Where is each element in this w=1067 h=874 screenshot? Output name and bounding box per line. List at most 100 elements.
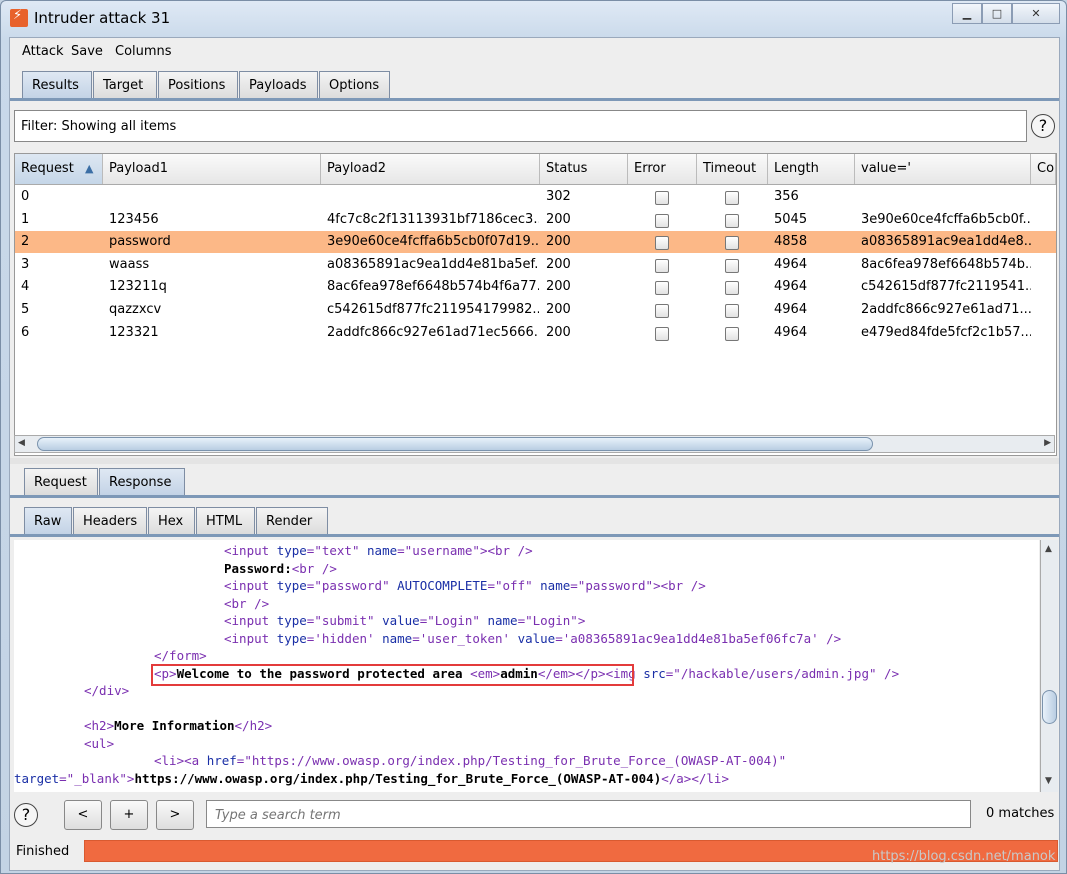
minimize-button[interactable]: ▁ [952,3,982,24]
payload1-cell: 123321 [109,324,159,340]
code-token: "> [570,613,586,628]
code-token: =" [306,543,322,558]
scroll-right-icon[interactable]: ▶ [1044,438,1051,448]
tab-payloads[interactable]: Payloads [239,71,318,98]
code-token: " [351,543,368,558]
tab-positions[interactable]: Positions [158,71,238,98]
column-request[interactable]: Request ▲ [15,154,103,184]
scroll-up-icon[interactable]: ▲ [1045,544,1052,554]
previous-match-button[interactable]: < [64,800,102,830]
column-timeout[interactable]: Timeout [697,154,768,184]
table-row[interactable]: 6 123321 2addfc866c927e61ad71ec5666... 200 4… [15,322,1056,344]
code-line: <input type="password" AUTOCOMPLETE="off… [224,578,706,593]
tab-results[interactable]: Results [22,71,92,98]
table-row[interactable]: 2 password 3e90e60ce4fcffa6b5cb0f07d19... 2… [15,231,1056,254]
search-input[interactable] [213,807,957,824]
tab-options[interactable]: Options [319,71,390,98]
column-co[interactable]: Co [1031,154,1056,184]
search-field[interactable] [206,800,971,828]
error-checkbox[interactable] [655,213,669,228]
next-match-button[interactable]: > [156,800,194,830]
column-payload2[interactable]: Payload2 [321,154,540,184]
code-token: </h2> [234,718,273,733]
match-count: 0 matches [986,806,1055,821]
timeout-checkbox[interactable] [725,236,739,251]
column-payload1[interactable]: Payload1 [103,154,321,184]
split-divider[interactable] [10,458,1059,464]
table-row[interactable]: 4 123211q 8ac6fea978ef6648b574b4f6a77... 20… [15,276,1056,298]
timeout-checkbox[interactable] [725,191,739,205]
tab-hex[interactable]: Hex [148,507,195,534]
table-row[interactable]: 5 qazzxcv c542615df877fc211954179982... 200… [15,299,1056,321]
length-cell: 4964 [774,279,808,295]
error-checkbox[interactable] [655,191,669,205]
menu-columns[interactable]: Columns [115,44,172,59]
menu-attack[interactable]: Attack [22,44,64,59]
payload1-cell: 123211q [109,279,167,295]
code-token: =" [59,771,75,786]
tab-headers[interactable]: Headers [73,507,147,534]
table-row[interactable]: 1 123456 4fc7c8c2f13113931bf7186cec3... 200… [15,209,1056,231]
code-token: https://www.owasp.org/index.php/Testing_… [251,753,779,768]
payload2-cell: c542615df877fc211954179982... [327,302,539,317]
code-token: ' [502,631,518,646]
scroll-left-icon[interactable]: ◀ [18,438,25,448]
tab-html[interactable]: HTML [196,507,255,534]
code-token: text [321,543,352,558]
close-button[interactable]: ✕ [1012,3,1060,24]
code-token: /hackable/users/admin.jpg [680,666,869,681]
search-help-icon[interactable]: ? [14,803,38,827]
scroll-thumb[interactable] [37,437,873,451]
error-checkbox[interactable] [655,236,669,251]
code-token: username [412,543,473,558]
code-token: type [276,543,307,558]
error-checkbox[interactable] [655,326,669,341]
request-cell: 6 [21,324,30,340]
scroll-down-icon[interactable]: ▼ [1045,776,1052,786]
table-horizontal-scrollbar[interactable]: ◀ ▶ [14,435,1055,453]
column-error[interactable]: Error [628,154,697,184]
request-cell: 1 [21,211,30,227]
error-checkbox[interactable] [655,258,669,273]
code-token: </a></li> [661,771,729,786]
code-token: src [643,666,666,681]
code-token: value [382,613,420,628]
timeout-checkbox[interactable] [725,213,739,228]
filter-help-icon[interactable]: ? [1031,114,1055,138]
filter-bar[interactable]: Filter: Showing all items [14,110,1027,142]
tab-render[interactable]: Render [256,507,328,534]
code-token: <input [224,543,277,558]
tab-request[interactable]: Request [24,468,98,495]
response-vertical-scrollbar[interactable]: ▲ ▼ [1040,540,1058,792]
filter-text: Filter: Showing all items [21,119,177,134]
error-checkbox[interactable] [655,304,669,318]
timeout-checkbox[interactable] [725,281,739,296]
add-button[interactable]: + [110,800,148,830]
code-token: " [525,578,541,593]
tab-response[interactable]: Response [99,468,185,495]
code-token: name [382,631,413,646]
timeout-checkbox[interactable] [725,304,739,318]
column-length[interactable]: Length [768,154,855,184]
response-scroll-thumb[interactable] [1042,690,1057,724]
code-token: value [517,631,556,646]
menu-save[interactable]: Save [71,44,103,59]
tab-target[interactable]: Target [93,71,157,98]
payload2-cell: 3e90e60ce4fcffa6b5cb0f07d19... [327,234,539,250]
code-token: <input [224,578,277,593]
column-status[interactable]: Status [540,154,628,184]
status-cell: 200 [546,211,571,227]
tab-raw[interactable]: Raw [24,507,72,534]
table-row[interactable]: 3 waass a08365891ac9ea1dd4e81ba5ef... 200 49… [15,254,1056,276]
timeout-checkbox[interactable] [725,258,739,273]
request-cell: 3 [21,256,30,272]
detail-tab-underline [10,495,1059,498]
timeout-checkbox[interactable] [725,326,739,341]
table-row[interactable]: 0 302 356 [15,186,1056,208]
error-checkbox[interactable] [655,281,669,296]
client-area: Attack Save Columns Results Target Posit… [9,37,1060,871]
column-value[interactable]: value=' [855,154,1031,184]
maximize-button[interactable]: □ [982,3,1012,24]
length-cell: 5045 [774,211,808,227]
code-token: password [321,578,383,593]
